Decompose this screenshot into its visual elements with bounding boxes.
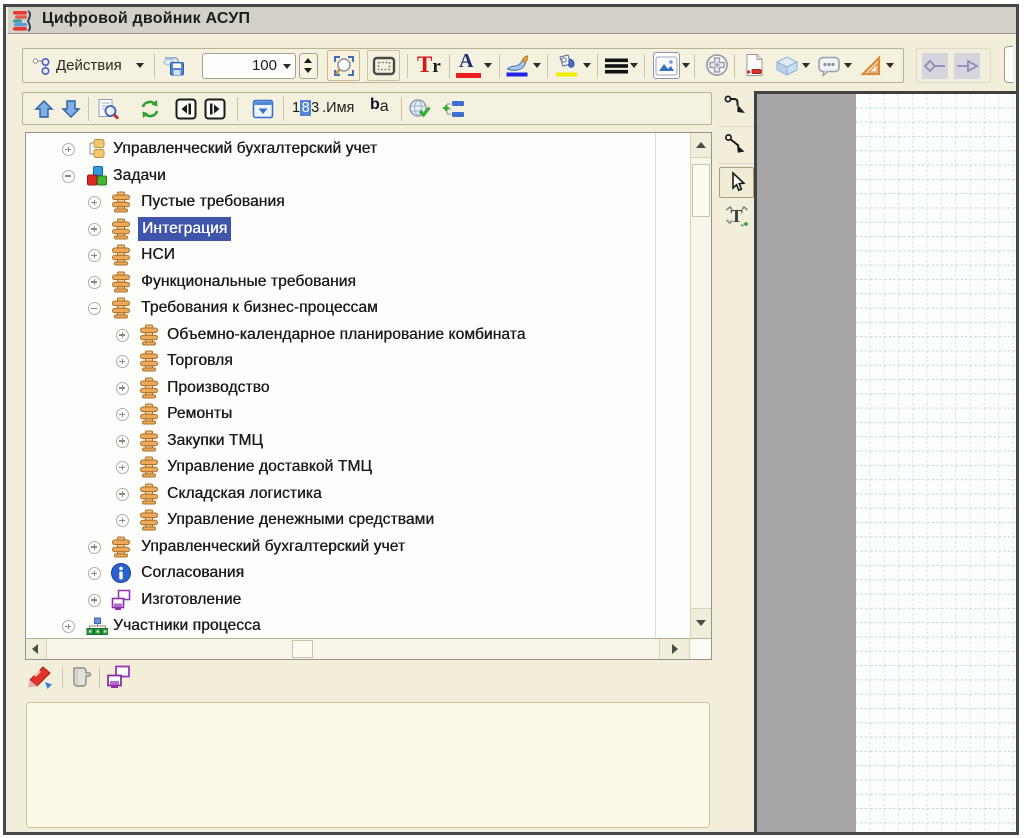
svg-text:T: T xyxy=(730,206,742,226)
